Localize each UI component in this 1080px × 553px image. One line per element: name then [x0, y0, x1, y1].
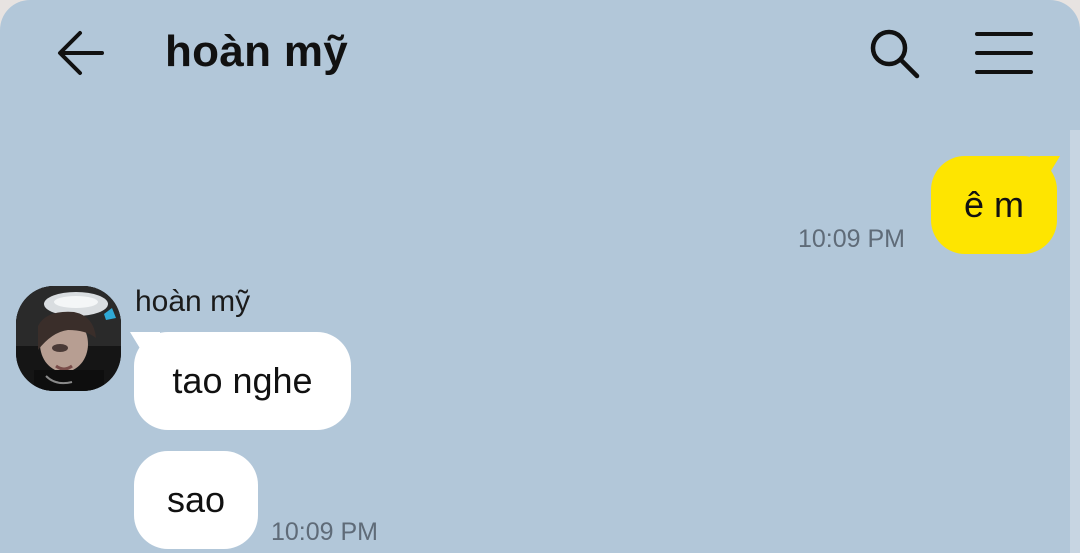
arrow-left-icon — [58, 31, 104, 75]
incoming-message-bubble[interactable]: sao — [134, 451, 258, 549]
sender-name: hoàn mỹ — [135, 285, 251, 318]
message-timestamp: 10:09 PM — [271, 518, 379, 546]
menu-button[interactable] — [970, 24, 1038, 82]
outgoing-message-bubble[interactable]: ê m — [931, 156, 1057, 254]
back-button[interactable] — [50, 26, 110, 80]
chat-header: hoàn mỹ — [0, 0, 1080, 110]
message-text: ê m — [963, 184, 1024, 225]
incoming-message-bubble[interactable]: tao nghe — [134, 332, 351, 430]
message-timestamp: 10:09 PM — [798, 225, 906, 253]
search-button[interactable] — [864, 24, 924, 82]
search-icon — [870, 29, 920, 79]
chat-title: hoàn mỹ — [165, 27, 349, 76]
profile-photo — [16, 286, 121, 391]
scrollbar[interactable] — [1070, 130, 1080, 553]
message-text: tao nghe — [172, 360, 313, 401]
sender-avatar[interactable] — [16, 286, 121, 391]
menu-icon — [975, 32, 1033, 74]
chat-screen: hoàn mỹ ê m 10:09 PM hoàn mỹ tao nghe sa… — [0, 0, 1080, 553]
message-text: sao — [166, 479, 226, 520]
